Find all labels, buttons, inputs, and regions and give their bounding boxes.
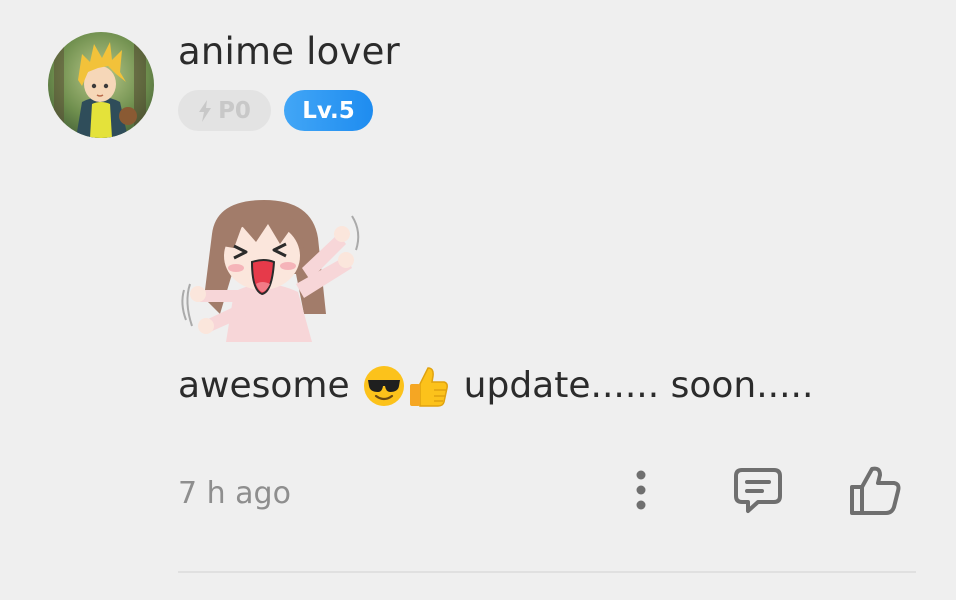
timestamp: 7 h ago [178, 476, 291, 511]
lightning-icon [198, 99, 212, 122]
level-badge: Lv.5 [284, 90, 373, 131]
comment-bubble-icon [732, 464, 784, 520]
comment-body: awesome update...... soon..... [178, 362, 813, 410]
comment-text-part1: awesome [178, 365, 350, 406]
sticker-image [176, 194, 366, 342]
comment-item: anime lover P0 Lv.5 awesome update......… [0, 0, 956, 600]
avatar[interactable] [48, 32, 154, 138]
sunglasses-emoji-icon [362, 364, 406, 408]
username[interactable]: anime lover [178, 28, 400, 76]
thumbs-up-emoji-icon [406, 364, 450, 408]
points-badge: P0 [178, 90, 271, 131]
like-button[interactable] [845, 462, 905, 522]
more-options-button[interactable] [611, 462, 671, 522]
divider [178, 571, 916, 573]
reply-button[interactable] [728, 462, 788, 522]
vertical-dots-icon [635, 470, 647, 514]
comment-text-part2: update...... soon..... [463, 365, 814, 406]
user-badges: P0 Lv.5 [178, 90, 373, 131]
points-value: P0 [218, 97, 251, 124]
thumbs-up-icon [848, 463, 902, 521]
